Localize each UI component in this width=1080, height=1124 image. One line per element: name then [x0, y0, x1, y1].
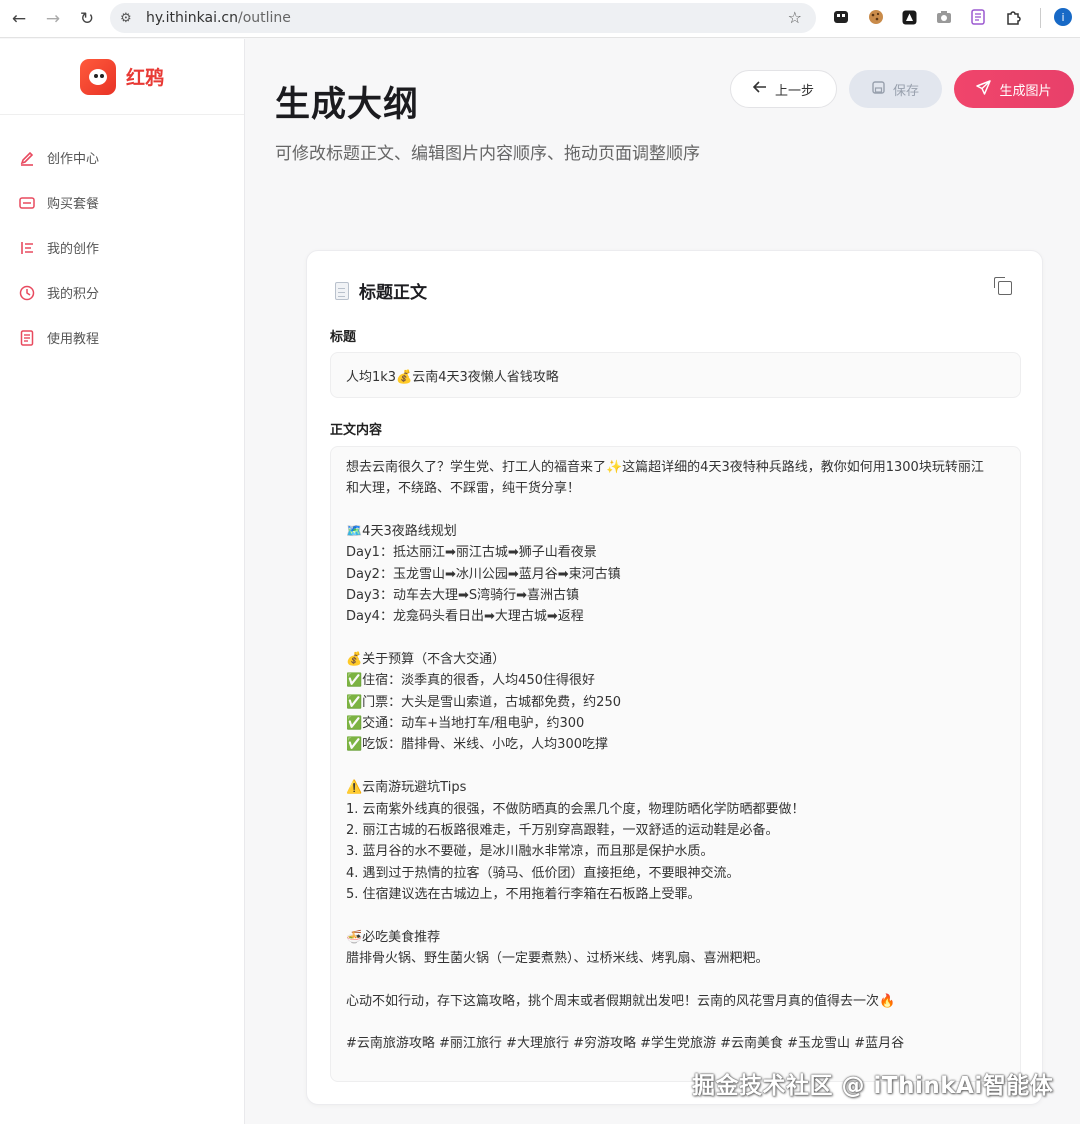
- sidebar-item-my-creations[interactable]: 我的创作: [0, 225, 244, 270]
- list-icon: [18, 239, 36, 257]
- body-text-line: ✅住宿：淡季真的很香，人均450住得很好: [346, 673, 595, 689]
- site-settings-icon[interactable]: ⚙: [120, 11, 142, 26]
- previous-step-label: 上一步: [774, 83, 814, 99]
- body-textarea[interactable]: 想去云南很久了？学生党、打工人的福音来了✨这篇超详细的4天3夜特种兵路线，教你如…: [330, 446, 1021, 1082]
- body-text-line: [346, 1012, 1005, 1033]
- body-text-line: 4. 遇到过于热情的拉客（骑马、低价团）直接拒绝，不要眼神交流。: [346, 865, 740, 881]
- body-text-line: 腊排骨火锅、野生菌火锅（一定要煮熟）、过桥米线、烤乳扇、喜洲粑粑。: [346, 950, 769, 966]
- previous-step-button[interactable]: 上一步: [730, 70, 837, 108]
- card-header: 标题正文: [335, 278, 427, 303]
- toolbar-separator: [1040, 8, 1041, 28]
- sidebar-item-label: 使用教程: [47, 332, 100, 347]
- page-title: 生成大纲: [275, 85, 420, 125]
- forward-arrow-icon[interactable]: →: [36, 4, 70, 34]
- card-icon: [18, 194, 36, 212]
- generate-images-button[interactable]: 生成图片: [954, 70, 1074, 108]
- notes-extension-icon[interactable]: [967, 6, 989, 28]
- sidebar-item-buy-plan[interactable]: 购买套餐: [0, 180, 244, 225]
- body-text-line: ✅门票：大头是雪山索道，古城都免费，约250: [346, 694, 621, 710]
- title-body-card: 标题正文 标题 人均1k3💰云南4天3夜懒人省钱攻略 正文内容 想去云南很久了？…: [306, 250, 1043, 1105]
- extension-icon-3[interactable]: [898, 6, 920, 28]
- body-text-line: Day2：玉龙雪山➡冰川公园➡蓝月谷➡束河古镇: [346, 566, 621, 582]
- body-text-line: 和大理，不绕路、不踩雷，纯干货分享！: [346, 481, 581, 497]
- address-bar[interactable]: ⚙ hy.ithinkai.cn/outline ☆: [110, 3, 816, 33]
- sidebar-item-my-points[interactable]: 我的积分: [0, 270, 244, 315]
- arrow-left-icon: [752, 81, 767, 97]
- browser-toolbar: ← → ↻ ⚙ hy.ithinkai.cn/outline ☆ i: [0, 0, 1080, 38]
- camera-extension-icon[interactable]: [933, 6, 955, 28]
- body-text-line: [346, 628, 1005, 649]
- extensions-puzzle-icon[interactable]: [1002, 6, 1024, 28]
- send-icon: [976, 79, 992, 99]
- clock-icon: [18, 284, 36, 302]
- sidebar-item-create-center[interactable]: 创作中心: [0, 135, 244, 180]
- brand-logo-icon: [79, 58, 116, 95]
- body-text-line: [346, 969, 1005, 990]
- reload-icon[interactable]: ↻: [70, 4, 104, 34]
- url-text: hy.ithinkai.cn/outline: [146, 10, 291, 26]
- body-text-line: [346, 756, 1005, 777]
- bookmark-star-icon[interactable]: ☆: [788, 8, 802, 27]
- cookie-extension-icon[interactable]: [865, 6, 887, 28]
- sidebar-item-label: 购买套餐: [47, 197, 100, 212]
- body-text-line: ✅交通：动车+当地打车/租电驴，约300: [346, 716, 585, 732]
- document-icon: [335, 281, 349, 300]
- sidebar-item-label: 创作中心: [47, 152, 100, 167]
- body-text-line: [346, 500, 1005, 521]
- sidebar-item-label: 我的积分: [47, 287, 100, 302]
- body-text-line: #云南旅游攻略 #丽江旅行 #大理旅行 #穷游攻略 #学生党旅游 #云南美食 #…: [346, 1036, 905, 1052]
- body-text-line: 想去云南很久了？学生党、打工人的福音来了✨这篇超详细的4天3夜特种兵路线，教你如…: [346, 460, 984, 475]
- back-arrow-icon[interactable]: ←: [2, 4, 36, 34]
- page-subtitle: 可修改标题正文、编辑图片内容顺序、拖动页面调整顺序: [275, 144, 700, 164]
- body-text-line: [346, 905, 1005, 926]
- body-text-line: 2. 丽江古城的石板路很难走，千万别穿高跟鞋，一双舒适的运动鞋是必备。: [346, 822, 779, 838]
- watermark: 掘金技术社区 @ iThinkAi智能体: [692, 1073, 1054, 1099]
- sidebar: 红鸦 创作中心 购买套餐 我的创作 我的积分 使用教程: [0, 39, 245, 1124]
- book-icon: [18, 329, 36, 347]
- profile-initial: i: [1061, 11, 1064, 24]
- save-icon: [872, 80, 885, 98]
- sidebar-item-label: 我的创作: [47, 242, 100, 257]
- extension-icon-1[interactable]: [830, 6, 852, 28]
- sidebar-item-tutorial[interactable]: 使用教程: [0, 315, 244, 360]
- body-text-line: ⚠️云南游玩避坑Tips: [346, 780, 467, 796]
- body-text-line: 5. 住宿建议选在古城边上，不用拖着行李箱在石板路上受罪。: [346, 886, 701, 902]
- body-text-line: Day1：抵达丽江➡丽江古城➡狮子山看夜景: [346, 545, 597, 561]
- save-button[interactable]: 保存: [849, 70, 942, 108]
- body-text-line: Day3：动车去大理➡S湾骑行➡喜洲古镇: [346, 588, 579, 604]
- body-text-line: 🗺️4天3夜路线规划: [346, 524, 457, 540]
- body-text-line: 🍜必吃美食推荐: [346, 929, 441, 945]
- sidebar-menu: 创作中心 购买套餐 我的创作 我的积分 使用教程: [0, 115, 244, 360]
- title-input[interactable]: 人均1k3💰云南4天3夜懒人省钱攻略: [330, 352, 1021, 398]
- card-title: 标题正文: [359, 283, 427, 303]
- body-text-line: 心动不如行动，存下这篇攻略，挑个周末或者假期就出发吧！云南的风花雪月真的值得去一…: [346, 993, 896, 1009]
- copy-icon[interactable]: [994, 277, 1012, 295]
- body-text-line: ✅吃饭：腊排骨、米线、小吃，人均300吃撑: [346, 737, 608, 753]
- generate-images-label: 生成图片: [999, 83, 1052, 99]
- pen-icon: [18, 149, 36, 167]
- body-text-line: 1. 云南紫外线真的很强，不做防晒真的会黑几个度，物理防晒化学防晒都要做！: [346, 801, 805, 817]
- title-field-label: 标题: [330, 330, 357, 345]
- body-field-label: 正文内容: [330, 423, 383, 438]
- brand[interactable]: 红鸦: [0, 39, 244, 115]
- save-label: 保存: [892, 83, 919, 99]
- body-text-line: 💰关于预算（不含大交通）: [346, 652, 506, 668]
- brand-name: 红鸦: [125, 67, 164, 89]
- body-text-line: Day4：龙龛码头看日出➡大理古城➡返程: [346, 609, 584, 625]
- profile-avatar[interactable]: i: [1052, 6, 1074, 28]
- body-text-line: 3. 蓝月谷的水不要碰，是冰川融水非常凉，而且那是保护水质。: [346, 844, 714, 860]
